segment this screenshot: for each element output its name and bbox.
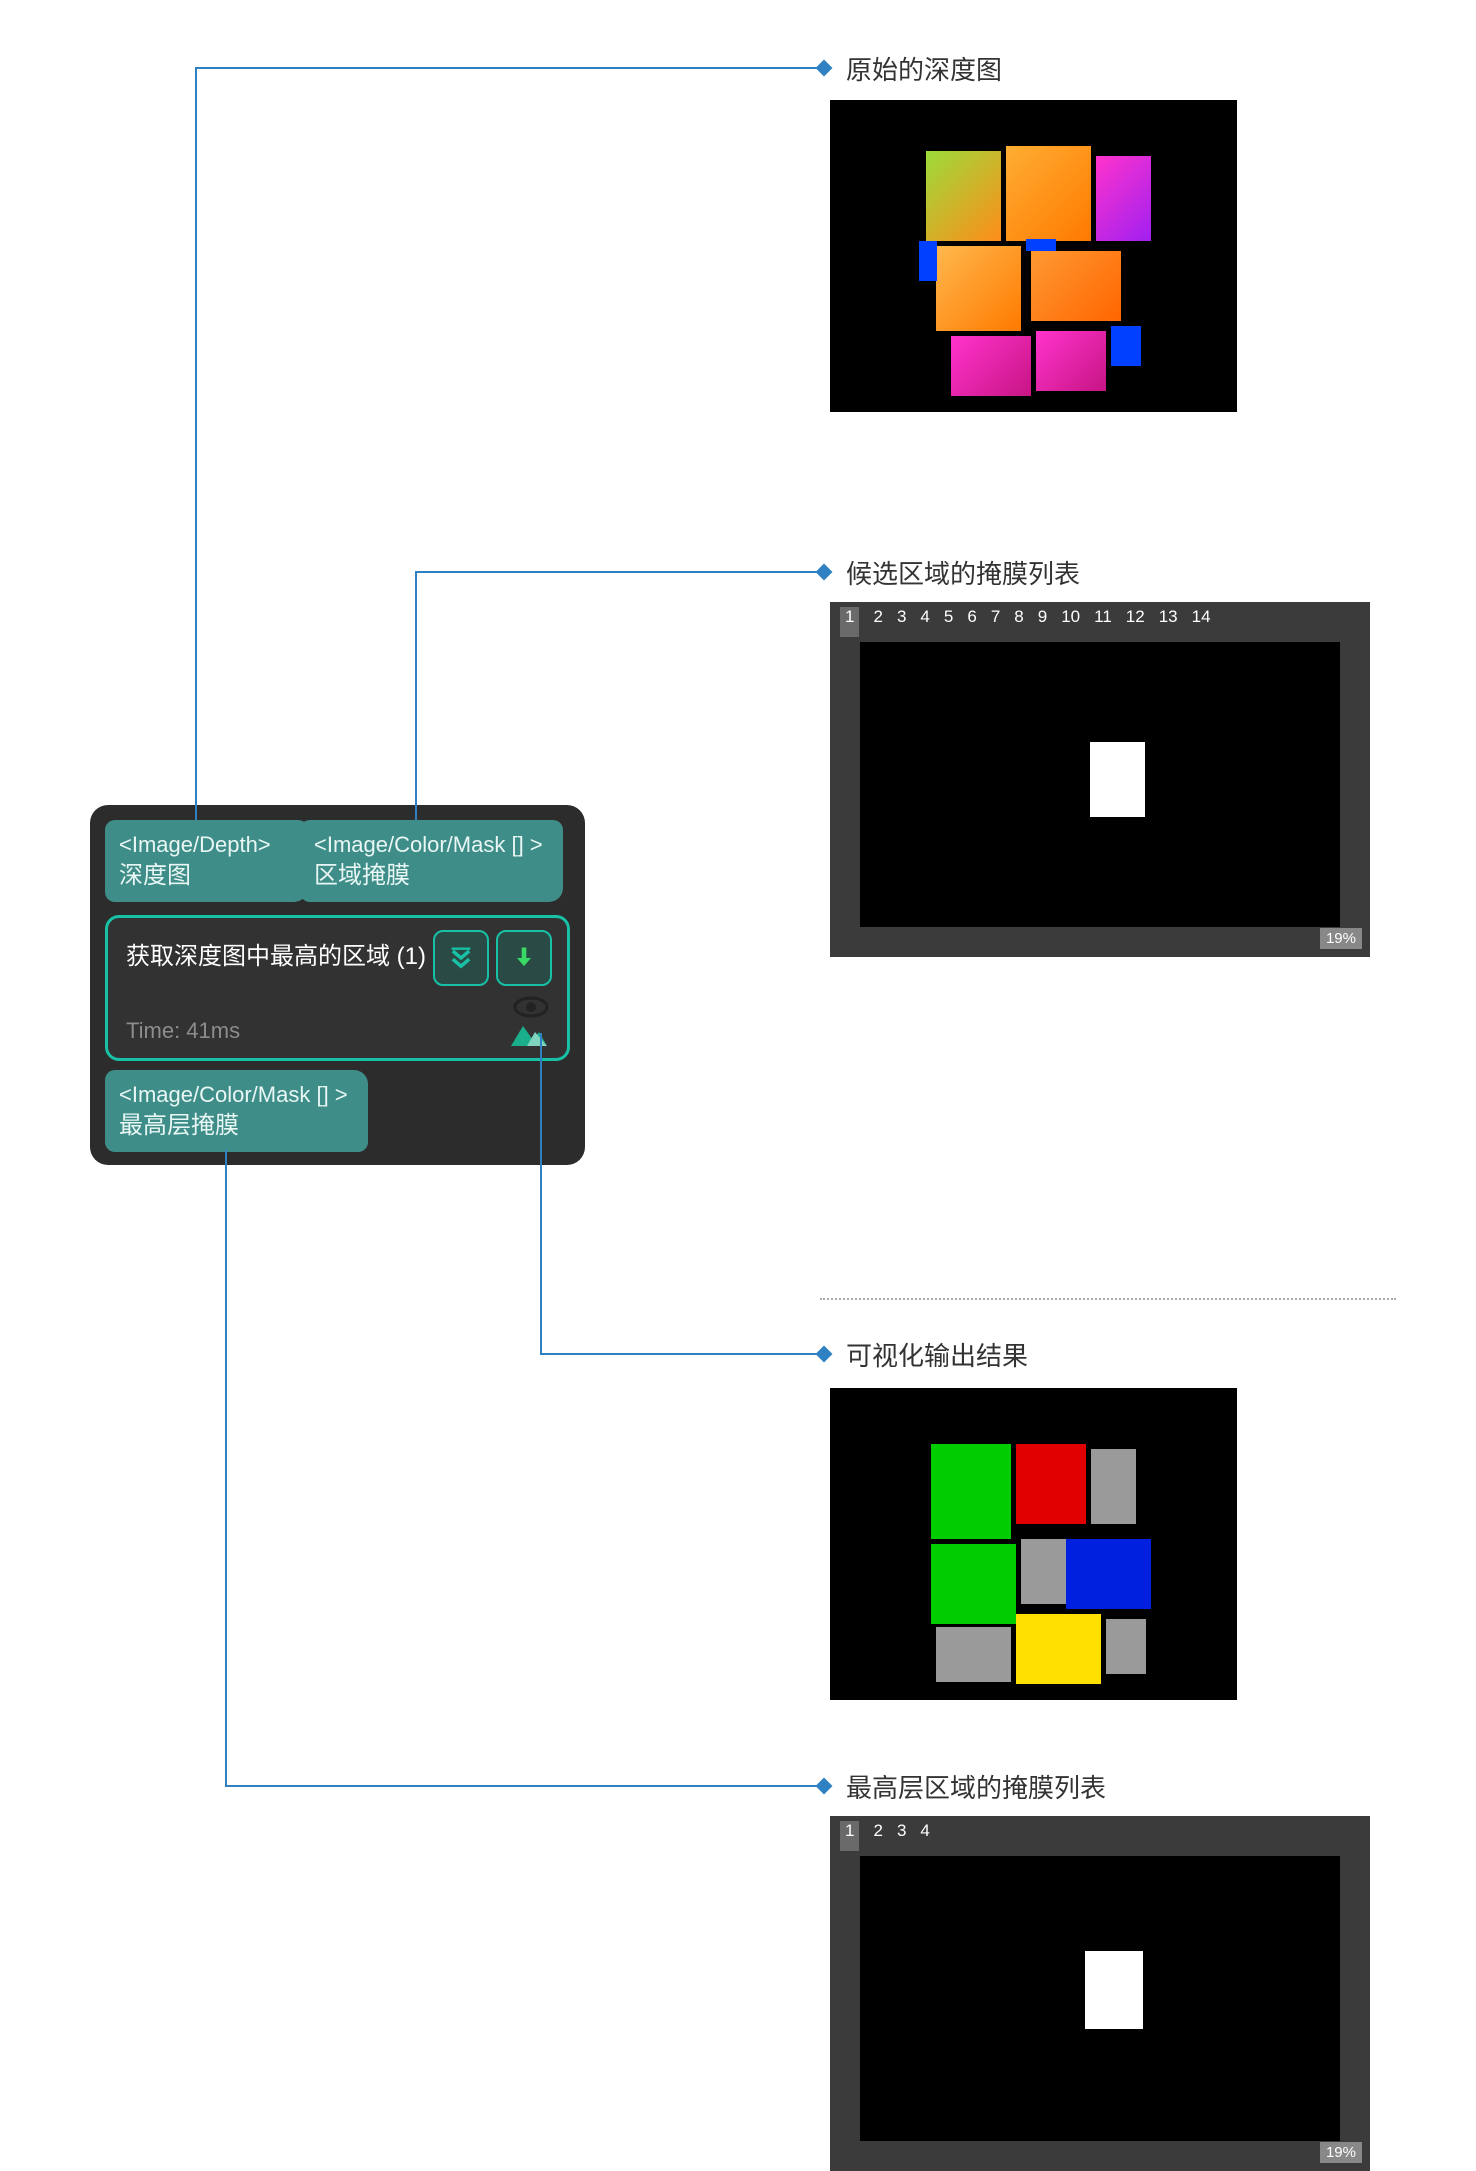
viz-block <box>1016 1444 1086 1524</box>
bullet-diamond <box>816 1778 833 1795</box>
mask-tab[interactable]: 3 <box>897 1821 906 1851</box>
depth-block <box>1026 239 1056 251</box>
mask-blob <box>1090 742 1145 817</box>
preview-viz <box>830 1388 1237 1700</box>
connector <box>195 67 197 820</box>
connector <box>195 67 818 69</box>
port-type: <Image/Color/Mask [] > <box>314 830 549 860</box>
mask-tab[interactable]: 13 <box>1159 607 1178 637</box>
input-port-depth[interactable]: <Image/Depth> 深度图 <box>105 820 308 902</box>
connector <box>415 571 417 820</box>
mask-tab[interactable]: 4 <box>920 1821 929 1851</box>
depth-block <box>926 151 1001 241</box>
depth-block <box>1006 146 1091 241</box>
depth-block <box>1096 156 1151 241</box>
mask-tab[interactable]: 2 <box>873 607 882 637</box>
port-type: <Image/Color/Mask [] > <box>119 1080 354 1110</box>
zoom-badge: 19% <box>1320 2142 1362 2163</box>
mask-tab[interactable]: 1 <box>840 607 859 637</box>
viz-block <box>931 1444 1011 1539</box>
connector <box>540 1033 542 1353</box>
label-top: 最高层区域的掩膜列表 <box>846 1768 1106 1805</box>
mask-tab[interactable]: 10 <box>1061 607 1080 637</box>
mask-tab[interactable]: 5 <box>944 607 953 637</box>
connector <box>225 1785 818 1787</box>
depth-block <box>1031 251 1121 321</box>
mask-blob <box>1085 1951 1143 2029</box>
mask-tab[interactable]: 11 <box>1094 607 1112 637</box>
eye-icon[interactable] <box>513 996 549 1018</box>
preview-top-mask: 1234 19% <box>830 1816 1370 2171</box>
depth-block <box>1036 331 1106 391</box>
node-time: Time: 41ms <box>126 1018 240 1044</box>
label-viz: 可视化输出结果 <box>846 1336 1028 1373</box>
connector <box>225 1150 227 1786</box>
output-port-top-mask[interactable]: <Image/Color/Mask [] > 最高层掩膜 <box>105 1070 368 1152</box>
viz-block <box>1066 1539 1151 1609</box>
label-candidate: 候选区域的掩膜列表 <box>846 554 1080 591</box>
port-name: 最高层掩膜 <box>119 1110 354 1142</box>
mask-canvas <box>860 642 1340 927</box>
mask-tab[interactable]: 7 <box>991 607 1000 637</box>
port-type: <Image/Depth> <box>119 830 294 860</box>
separator <box>820 1298 1396 1300</box>
mask-tab[interactable]: 1 <box>840 1821 859 1851</box>
viz-block <box>936 1627 1011 1682</box>
viz-block <box>931 1544 1016 1624</box>
bullet-diamond <box>816 60 833 77</box>
mask-tab[interactable]: 12 <box>1126 607 1145 637</box>
mask-tabs[interactable]: 1234567891011121314 <box>830 602 1370 642</box>
viz-block <box>1106 1619 1146 1674</box>
depth-block <box>919 241 937 281</box>
input-port-mask[interactable]: <Image/Color/Mask [] > 区域掩膜 <box>300 820 563 902</box>
download-arrow-icon <box>510 944 538 972</box>
node-body: 获取深度图中最高的区域 (1) Time: 41ms <box>105 915 570 1061</box>
port-name: 深度图 <box>119 860 294 892</box>
depth-block <box>951 336 1031 396</box>
bullet-diamond <box>816 1346 833 1363</box>
mask-tab[interactable]: 2 <box>873 1821 882 1851</box>
depth-block <box>936 246 1021 331</box>
bullet-diamond <box>816 564 833 581</box>
preview-candidate-mask: 1234567891011121314 19% <box>830 602 1370 957</box>
image-icon[interactable] <box>509 1018 549 1048</box>
preview-depth <box>830 100 1237 412</box>
chevron-double-down-icon <box>447 944 475 972</box>
connector <box>415 571 818 573</box>
viz-block <box>1091 1449 1136 1524</box>
mask-canvas <box>860 1856 1340 2141</box>
mask-tab[interactable]: 4 <box>920 607 929 637</box>
mask-tab[interactable]: 9 <box>1038 607 1047 637</box>
label-depth: 原始的深度图 <box>846 50 1002 87</box>
mask-tabs[interactable]: 1234 <box>830 1816 1370 1856</box>
run-button[interactable] <box>496 930 552 986</box>
depth-block <box>1111 326 1141 366</box>
mask-tab[interactable]: 8 <box>1014 607 1023 637</box>
mask-tab[interactable]: 3 <box>897 607 906 637</box>
viz-block <box>1016 1614 1101 1684</box>
mask-tab[interactable]: 14 <box>1192 607 1211 637</box>
mask-tab[interactable]: 6 <box>967 607 976 637</box>
viz-block <box>1021 1539 1066 1604</box>
expand-button[interactable] <box>433 930 489 986</box>
connector <box>540 1353 818 1355</box>
port-name: 区域掩膜 <box>314 860 549 892</box>
node-title: 获取深度图中最高的区域 (1) <box>126 936 426 971</box>
process-node[interactable]: <Image/Depth> 深度图 <Image/Color/Mask [] >… <box>90 805 585 1165</box>
zoom-badge: 19% <box>1320 928 1362 949</box>
